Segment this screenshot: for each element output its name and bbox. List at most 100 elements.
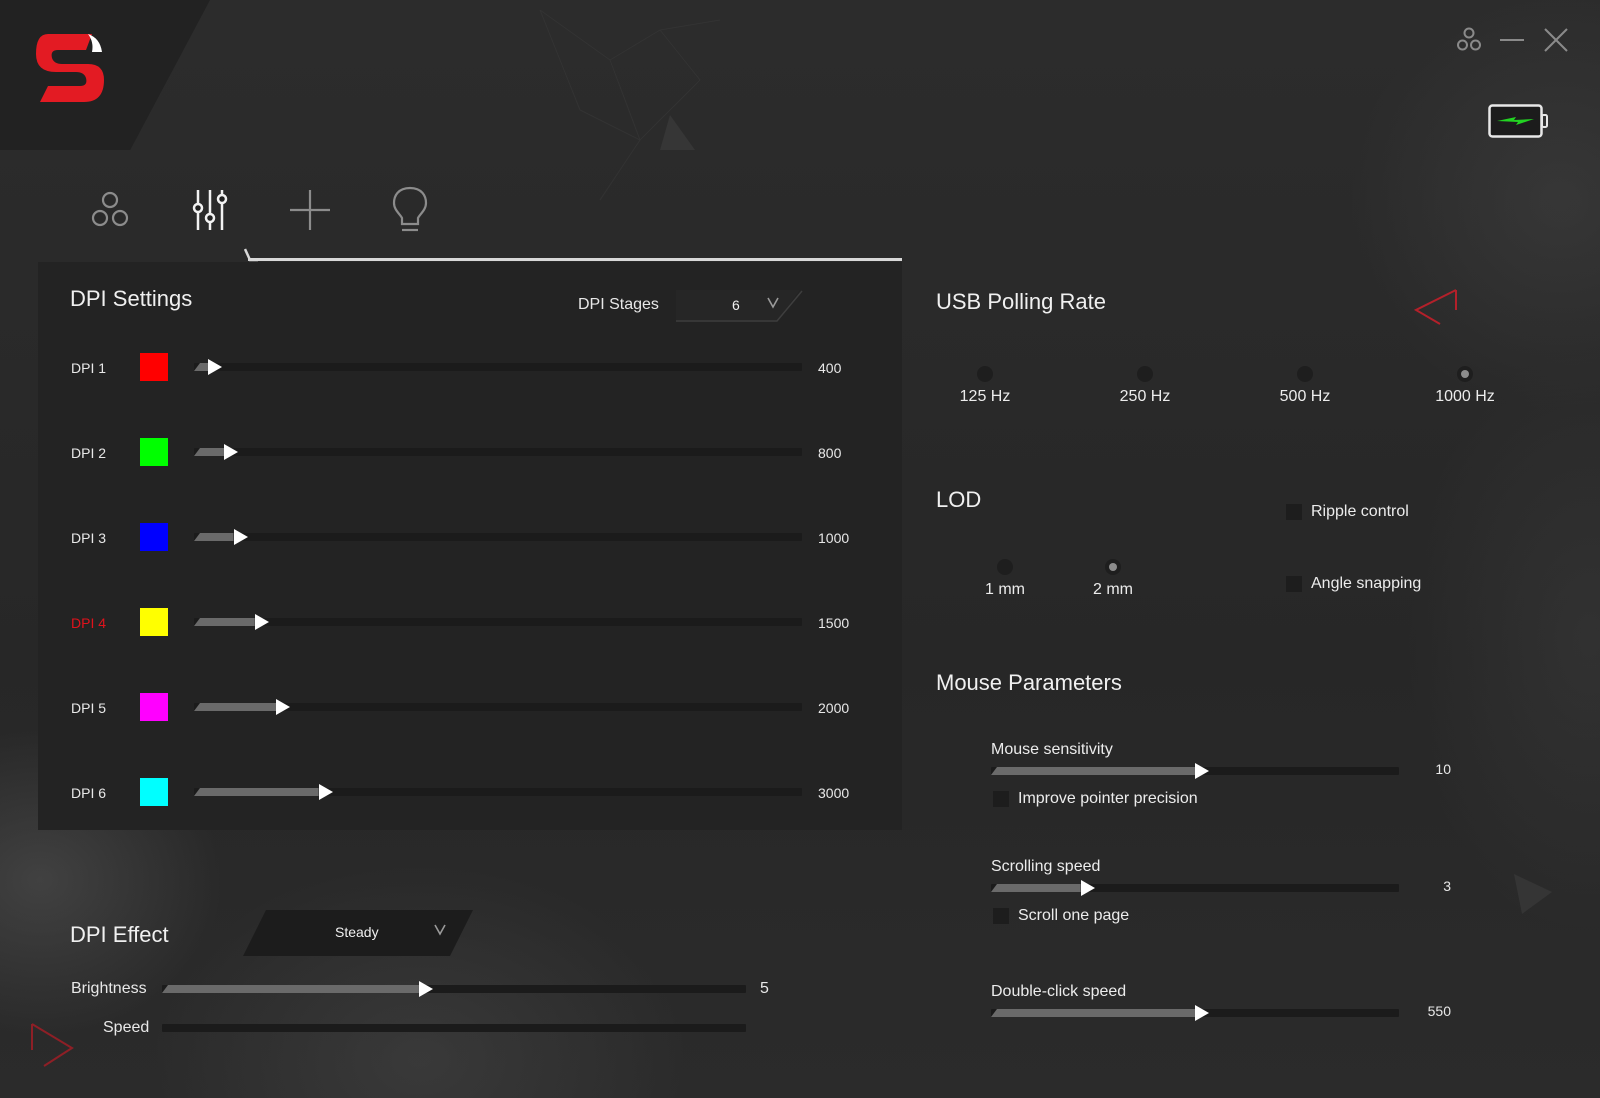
dpi-stage-slider-fill bbox=[194, 788, 319, 796]
dpi-stage-value: 2000 bbox=[818, 700, 850, 716]
polling-rate-option[interactable]: 125 Hz bbox=[940, 366, 1030, 406]
polling-rate-option[interactable]: 500 Hz bbox=[1260, 366, 1350, 406]
mouse-sensitivity-thumb[interactable] bbox=[1195, 763, 1209, 779]
tab-lighting[interactable] bbox=[360, 186, 460, 234]
dpi-stage-row: DPI 2 800 bbox=[70, 438, 870, 468]
ripple-control-checkbox[interactable]: Ripple control bbox=[1286, 503, 1409, 521]
battery-charging-icon bbox=[1488, 104, 1548, 138]
scrolling-speed-slider[interactable] bbox=[991, 880, 1399, 896]
close-button[interactable] bbox=[1540, 24, 1572, 56]
dpi-stage-label[interactable]: DPI 1 bbox=[71, 360, 106, 376]
dpi-stage-slider[interactable] bbox=[194, 444, 802, 460]
polling-rate-radio[interactable] bbox=[977, 366, 993, 382]
dpi-stage-slider[interactable] bbox=[194, 359, 802, 375]
improve-precision-box[interactable] bbox=[993, 791, 1009, 807]
tab-profiles[interactable] bbox=[60, 186, 160, 234]
dpi-color-swatch[interactable] bbox=[140, 438, 168, 466]
background-polygon-pattern bbox=[539, 9, 721, 201]
polling-rate-radio[interactable] bbox=[1137, 366, 1153, 382]
dpi-color-swatch[interactable] bbox=[140, 778, 168, 806]
lod-option[interactable]: 1 mm bbox=[960, 559, 1050, 599]
mouse-sensitivity-fill bbox=[991, 767, 1195, 775]
brightness-slider[interactable] bbox=[162, 981, 746, 997]
scrolling-speed-thumb[interactable] bbox=[1080, 880, 1095, 896]
usb-polling-title: USB Polling Rate bbox=[936, 289, 1106, 314]
double-click-speed-group: Double-click speed 550 bbox=[991, 983, 1461, 1021]
polling-rate-option[interactable]: 250 Hz bbox=[1100, 366, 1190, 406]
ripple-control-box[interactable] bbox=[1286, 504, 1302, 520]
dpi-stage-slider[interactable] bbox=[194, 699, 802, 715]
speed-label: Speed bbox=[103, 1019, 150, 1036]
dpi-stage-slider-thumb[interactable] bbox=[276, 699, 291, 715]
dpi-stage-row: DPI 5 2000 bbox=[70, 693, 870, 723]
dpi-stage-slider-thumb[interactable] bbox=[254, 614, 269, 630]
dpi-stage-slider-thumb[interactable] bbox=[318, 784, 333, 800]
brightness-slider-fill bbox=[162, 985, 419, 993]
sliders-icon bbox=[192, 190, 228, 230]
dpi-color-swatch[interactable] bbox=[140, 353, 168, 381]
dpi-stage-label[interactable]: DPI 5 bbox=[71, 700, 106, 716]
double-click-speed-thumb[interactable] bbox=[1195, 1005, 1209, 1021]
dpi-stage-value: 800 bbox=[818, 445, 842, 461]
improve-precision-label: Improve pointer precision bbox=[1018, 790, 1198, 807]
dpi-stage-slider-fill bbox=[194, 363, 208, 371]
angle-snapping-checkbox[interactable]: Angle snapping bbox=[1286, 575, 1421, 593]
dpi-stage-label[interactable]: DPI 6 bbox=[71, 785, 106, 801]
polling-rate-label: 125 Hz bbox=[959, 388, 1011, 405]
lod-option[interactable]: 2 mm bbox=[1068, 559, 1158, 599]
polling-rate-option[interactable]: 1000 Hz bbox=[1420, 366, 1510, 406]
dpi-color-swatch[interactable] bbox=[140, 523, 168, 551]
plus-icon bbox=[290, 190, 330, 230]
three-circles-icon bbox=[91, 191, 129, 227]
dpi-stage-row: DPI 1 400 bbox=[70, 353, 870, 383]
dpi-stage-row: DPI 4 1500 bbox=[70, 608, 870, 638]
dpi-stage-slider-fill bbox=[194, 533, 234, 541]
dpi-stage-slider-thumb[interactable] bbox=[208, 359, 222, 375]
lod-radio[interactable] bbox=[1105, 559, 1121, 575]
tab-macros[interactable] bbox=[260, 186, 360, 234]
lod-label: 2 mm bbox=[1093, 581, 1133, 598]
dpi-effect-title: DPI Effect bbox=[70, 922, 169, 947]
scroll-one-page-box[interactable] bbox=[993, 908, 1009, 924]
dpi-effect-dropdown[interactable]: Steady bbox=[243, 910, 473, 956]
polling-rate-radio[interactable] bbox=[1297, 366, 1313, 382]
dpi-stage-value: 1500 bbox=[818, 615, 850, 631]
scrolling-speed-label: Scrolling speed bbox=[991, 858, 1101, 875]
minimize-button[interactable] bbox=[1496, 24, 1528, 56]
dpi-stage-slider[interactable] bbox=[194, 614, 802, 630]
close-icon bbox=[1544, 28, 1568, 52]
dpi-stage-label[interactable]: DPI 3 bbox=[71, 530, 106, 546]
dpi-stage-value: 400 bbox=[818, 360, 842, 376]
dpi-stage-row: DPI 6 3000 bbox=[70, 778, 870, 808]
decor-red-triangle-top bbox=[1413, 289, 1457, 325]
angle-snapping-box[interactable] bbox=[1286, 576, 1302, 592]
dpi-color-swatch[interactable] bbox=[140, 693, 168, 721]
dpi-stage-slider-thumb[interactable] bbox=[233, 529, 248, 545]
dpi-stage-label[interactable]: DPI 2 bbox=[71, 445, 106, 461]
scrolling-speed-value: 3 bbox=[1443, 878, 1451, 894]
speed-slider[interactable] bbox=[162, 1024, 746, 1032]
dpi-stage-value: 3000 bbox=[818, 785, 850, 801]
profile-switch-button[interactable] bbox=[1453, 24, 1485, 56]
decor-red-triangle-bottom bbox=[31, 1023, 74, 1067]
polling-rate-radio[interactable] bbox=[1457, 366, 1473, 382]
brightness-slider-thumb[interactable] bbox=[418, 981, 433, 997]
lod-radio[interactable] bbox=[997, 559, 1013, 575]
dpi-settings-title: DPI Settings bbox=[70, 286, 193, 311]
dpi-color-swatch[interactable] bbox=[140, 608, 168, 636]
scroll-one-page-checkbox[interactable]: Scroll one page bbox=[993, 907, 1129, 925]
tab-performance[interactable] bbox=[160, 186, 260, 234]
dpi-stage-slider-thumb[interactable] bbox=[224, 444, 239, 460]
scrolling-speed-fill bbox=[991, 884, 1081, 892]
three-circles-icon bbox=[1457, 27, 1481, 51]
lod-title: LOD bbox=[936, 487, 982, 512]
dpi-stage-label[interactable]: DPI 4 bbox=[71, 615, 106, 631]
dpi-stage-slider-fill bbox=[194, 448, 225, 456]
polling-rate-label: 1000 Hz bbox=[1435, 388, 1495, 405]
dpi-stage-slider[interactable] bbox=[194, 529, 802, 545]
improve-precision-checkbox[interactable]: Improve pointer precision bbox=[993, 790, 1198, 808]
polling-rate-label: 500 Hz bbox=[1279, 388, 1331, 405]
dpi-stage-slider[interactable] bbox=[194, 784, 802, 800]
double-click-speed-slider[interactable] bbox=[991, 1005, 1399, 1021]
mouse-sensitivity-slider[interactable] bbox=[991, 763, 1399, 779]
